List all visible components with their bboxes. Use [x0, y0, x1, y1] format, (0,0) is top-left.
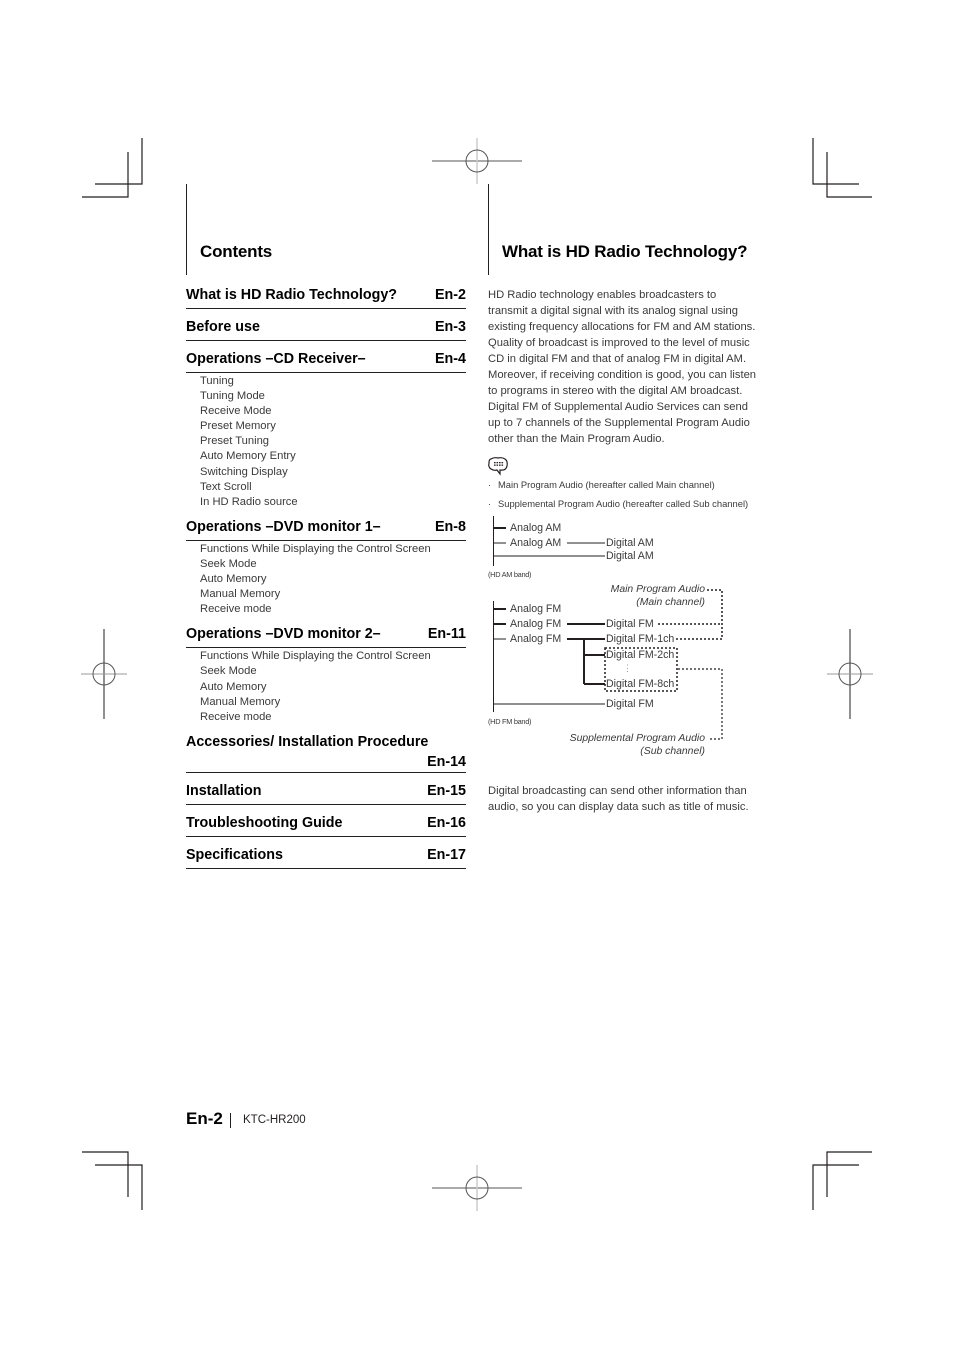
- fm-digital-label: Digital FM: [606, 698, 654, 710]
- main-channel-label-line: Main Program Audio: [610, 584, 705, 595]
- text-line: audio, so you can display data such as t…: [488, 801, 749, 813]
- model-name: KTC-HR200: [243, 1114, 306, 1126]
- fm-digital-label: Digital FM-1ch: [606, 633, 675, 645]
- sub-channel-label-line: Supplemental Program Audio: [569, 733, 705, 744]
- fm-band-caption: (HD FM band): [488, 717, 532, 726]
- fm-digital-label: Digital FM-8ch: [606, 678, 675, 690]
- am-band-caption: (HD AM band): [488, 570, 532, 579]
- fm-analog-label: Analog FM: [510, 618, 562, 630]
- text-line: Digital broadcasting can send other info…: [488, 785, 747, 797]
- am-analog-label: Analog AM: [510, 537, 562, 549]
- hd-radio-band-diagram: [493, 516, 723, 740]
- am-digital-label: Digital AM: [606, 550, 654, 562]
- sub-channel-label: Supplemental Program Audio (Sub channel): [570, 732, 705, 758]
- vertical-ellipsis-icon: ⋮: [623, 663, 632, 673]
- am-analog-label: Analog AM: [510, 522, 562, 534]
- closing-paragraph: Digital broadcasting can send other info…: [488, 783, 778, 815]
- page-number: En-2: [186, 1109, 223, 1128]
- main-channel-label-line: (Main channel): [636, 597, 705, 608]
- am-digital-label: Digital AM: [606, 537, 654, 549]
- sub-channel-label-line: (Sub channel): [640, 746, 705, 757]
- fm-analog-label: Analog FM: [510, 603, 562, 615]
- fm-analog-label: Analog FM: [510, 633, 562, 645]
- fm-digital-label: Digital FM-2ch: [606, 649, 675, 661]
- sub-channel-bracket: [678, 668, 723, 740]
- footer-divider: [230, 1113, 231, 1128]
- main-channel-label: Main Program Audio (Main channel): [611, 583, 705, 609]
- fm-digital-label: Digital FM: [606, 618, 654, 630]
